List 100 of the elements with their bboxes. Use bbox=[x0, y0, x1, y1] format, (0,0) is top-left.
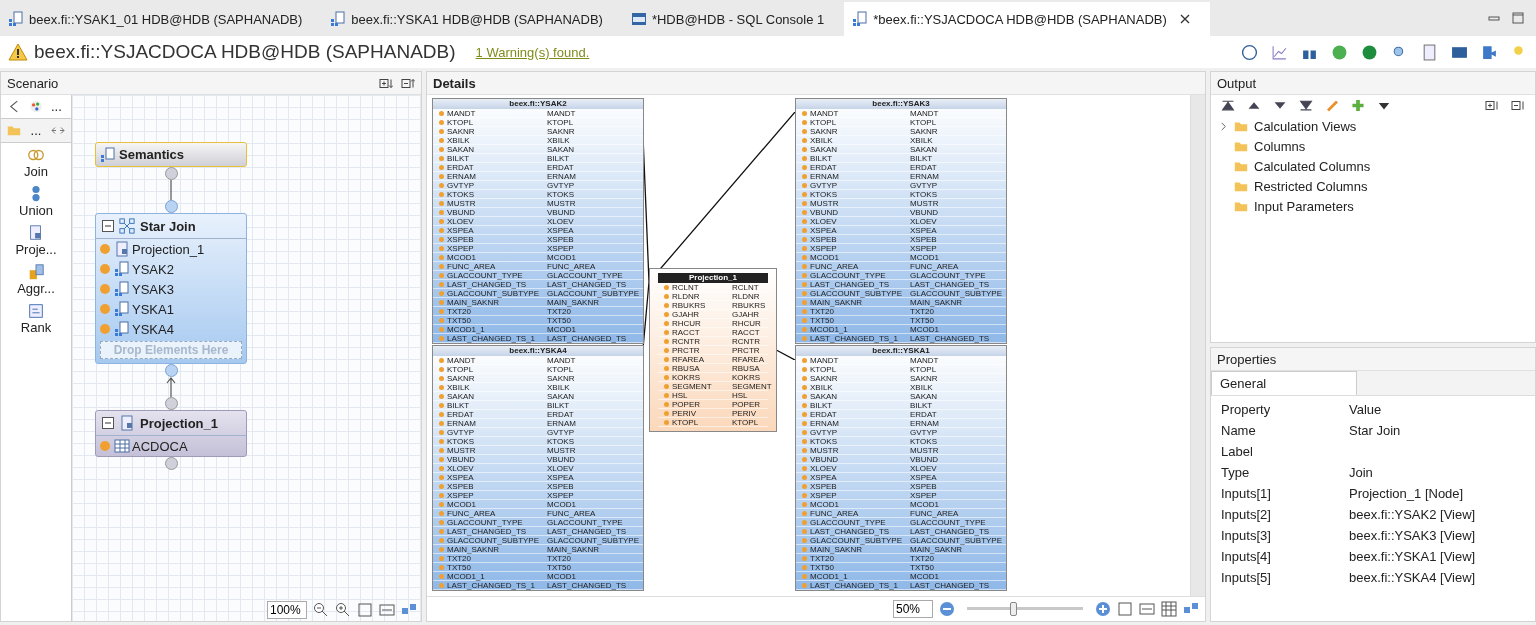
column-name: MCOD1 bbox=[810, 253, 840, 262]
column-name: RBUSA bbox=[672, 364, 701, 373]
scrollbar[interactable] bbox=[1190, 95, 1205, 596]
zoom-field[interactable]: 100% bbox=[267, 601, 307, 619]
column-name: SAKAN bbox=[810, 392, 839, 401]
warning-link[interactable]: 1 Warning(s) found. bbox=[475, 44, 590, 60]
properties-tab[interactable]: General bbox=[1211, 371, 1357, 395]
column-name: FUNC_AREA bbox=[810, 262, 860, 271]
node-input[interactable]: YSAK3 bbox=[132, 281, 174, 297]
entity-table[interactable] bbox=[432, 345, 644, 591]
add-icon[interactable] bbox=[1351, 99, 1365, 112]
projection-table[interactable] bbox=[649, 268, 777, 432]
check-icon[interactable] bbox=[1331, 43, 1348, 61]
projection-node[interactable]: Projection_1 ACDOCA bbox=[95, 410, 247, 457]
zoom-in-icon[interactable] bbox=[335, 602, 351, 618]
maximize-icon[interactable] bbox=[1512, 12, 1524, 24]
tree-item[interactable]: Restricted Columns bbox=[1254, 178, 1368, 194]
document-icon[interactable] bbox=[1421, 43, 1438, 61]
view-icon bbox=[330, 11, 347, 27]
tree-item[interactable]: Calculated Columns bbox=[1254, 158, 1371, 174]
column-source: LAST_CHANGED_TS bbox=[547, 280, 627, 289]
collapse-icon[interactable] bbox=[102, 220, 114, 232]
zoom-out-icon[interactable] bbox=[313, 602, 329, 618]
expand-all-icon[interactable] bbox=[1485, 99, 1499, 112]
expand-all-icon[interactable] bbox=[379, 76, 393, 90]
port[interactable] bbox=[164, 457, 178, 470]
entity-table[interactable] bbox=[795, 345, 1007, 591]
palette-item[interactable]: Proje... bbox=[1, 221, 71, 260]
port[interactable] bbox=[164, 397, 178, 410]
palette-item[interactable]: Rank bbox=[1, 299, 71, 338]
column-name: KTOPL bbox=[672, 418, 700, 427]
tree-item[interactable]: Columns bbox=[1254, 138, 1306, 154]
node-input[interactable]: Projection_1 bbox=[132, 241, 205, 257]
palette-item[interactable]: Aggr... bbox=[1, 260, 71, 299]
tree-item[interactable]: Calculation Views bbox=[1254, 118, 1357, 134]
move-top-icon[interactable] bbox=[1221, 99, 1235, 112]
palette-icon[interactable] bbox=[29, 100, 43, 113]
palette-item[interactable]: Union bbox=[1, 182, 71, 221]
entity-table[interactable] bbox=[795, 98, 1007, 344]
editor-tab[interactable]: *beex.fi::YSJACDOCA HDB@HDB (SAPHANADB) bbox=[844, 2, 1210, 36]
view-icon bbox=[114, 301, 130, 317]
editor-tab[interactable]: beex.fi::YSKA1 HDB@HDB (SAPHANADB) bbox=[322, 2, 623, 36]
width-icon[interactable] bbox=[379, 602, 395, 618]
fit-icon[interactable] bbox=[357, 602, 373, 618]
globe-icon[interactable] bbox=[1241, 43, 1258, 61]
node-input[interactable]: YSKA4 bbox=[132, 321, 174, 337]
editor-tab[interactable]: *HDB@HDB - SQL Console 1 bbox=[622, 2, 845, 36]
entity-table[interactable] bbox=[432, 98, 644, 344]
column-source: RBUSA bbox=[732, 364, 760, 373]
tree-item[interactable]: Input Parameters bbox=[1254, 198, 1354, 214]
column-source: XSPEB bbox=[547, 482, 574, 491]
column-source: KTOPL bbox=[732, 418, 759, 427]
palette-item[interactable]: Join bbox=[1, 143, 71, 182]
star-join-node[interactable]: Star Join Projection_1 YSAK2 YSAK3 YSKA1 YSKA4 Drop Elements Here bbox=[95, 213, 247, 364]
palette-more[interactable]: ... bbox=[51, 99, 62, 114]
column-source: XSPEA bbox=[910, 473, 937, 482]
column-source: FUNC_AREA bbox=[547, 262, 596, 271]
collapse-all-icon[interactable] bbox=[1511, 99, 1525, 112]
column-name: LAST_CHANGED_TS_1 bbox=[447, 581, 537, 590]
port[interactable] bbox=[164, 167, 178, 180]
column-source: SAKNR bbox=[547, 374, 575, 383]
pencil-icon[interactable] bbox=[1325, 99, 1339, 112]
zoom-field[interactable]: 50% bbox=[893, 600, 933, 618]
column-source: GLACCOUNT_TYPE bbox=[910, 271, 986, 280]
node-input[interactable]: YSAK2 bbox=[132, 261, 174, 277]
grid-icon[interactable] bbox=[1161, 601, 1177, 617]
width-icon[interactable] bbox=[1139, 601, 1155, 617]
move-bottom-icon[interactable] bbox=[1299, 99, 1313, 112]
column-name: PERIV bbox=[672, 409, 697, 418]
column-name: SAKAN bbox=[447, 145, 476, 154]
property-value: Projection_1 [Node] bbox=[1349, 486, 1465, 501]
aggregation-icon bbox=[27, 263, 45, 281]
fit-icon[interactable] bbox=[1117, 601, 1133, 617]
node-input[interactable]: YSKA1 bbox=[132, 301, 174, 317]
column-name: XBILK bbox=[447, 136, 471, 145]
column-source: POPER bbox=[732, 400, 760, 409]
semantics-node[interactable]: Semantics bbox=[95, 142, 247, 167]
column-source: RCNTR bbox=[732, 337, 760, 346]
property-value: Star Join bbox=[1349, 423, 1402, 438]
close-icon[interactable] bbox=[1179, 14, 1190, 24]
collapse-all-icon[interactable] bbox=[401, 76, 415, 90]
collapse-icon[interactable] bbox=[102, 417, 114, 429]
port[interactable] bbox=[164, 364, 178, 377]
expand-icon[interactable] bbox=[1219, 121, 1228, 131]
column-name: MUSTR bbox=[447, 199, 477, 208]
zoom-out-icon[interactable] bbox=[939, 601, 955, 617]
node-input[interactable]: ACDOCA bbox=[132, 438, 188, 454]
zoom-in-icon[interactable] bbox=[1095, 601, 1111, 617]
column-source: BILKT bbox=[910, 401, 933, 410]
view-icon bbox=[114, 261, 130, 277]
link-icon[interactable] bbox=[51, 124, 65, 137]
column-name: VBUND bbox=[447, 455, 476, 464]
editor-tab[interactable]: beex.fi::YSAK1_01 HDB@HDB (SAPHANADB) bbox=[0, 2, 323, 36]
chart-icon[interactable] bbox=[1271, 43, 1288, 61]
column-source: MCOD1 bbox=[910, 325, 939, 334]
column-source: TXT20 bbox=[910, 307, 934, 316]
column-source: PERIV bbox=[732, 409, 756, 418]
folder-label[interactable]: ... bbox=[30, 123, 42, 138]
property-value: Join bbox=[1349, 465, 1374, 480]
port[interactable] bbox=[164, 200, 178, 213]
